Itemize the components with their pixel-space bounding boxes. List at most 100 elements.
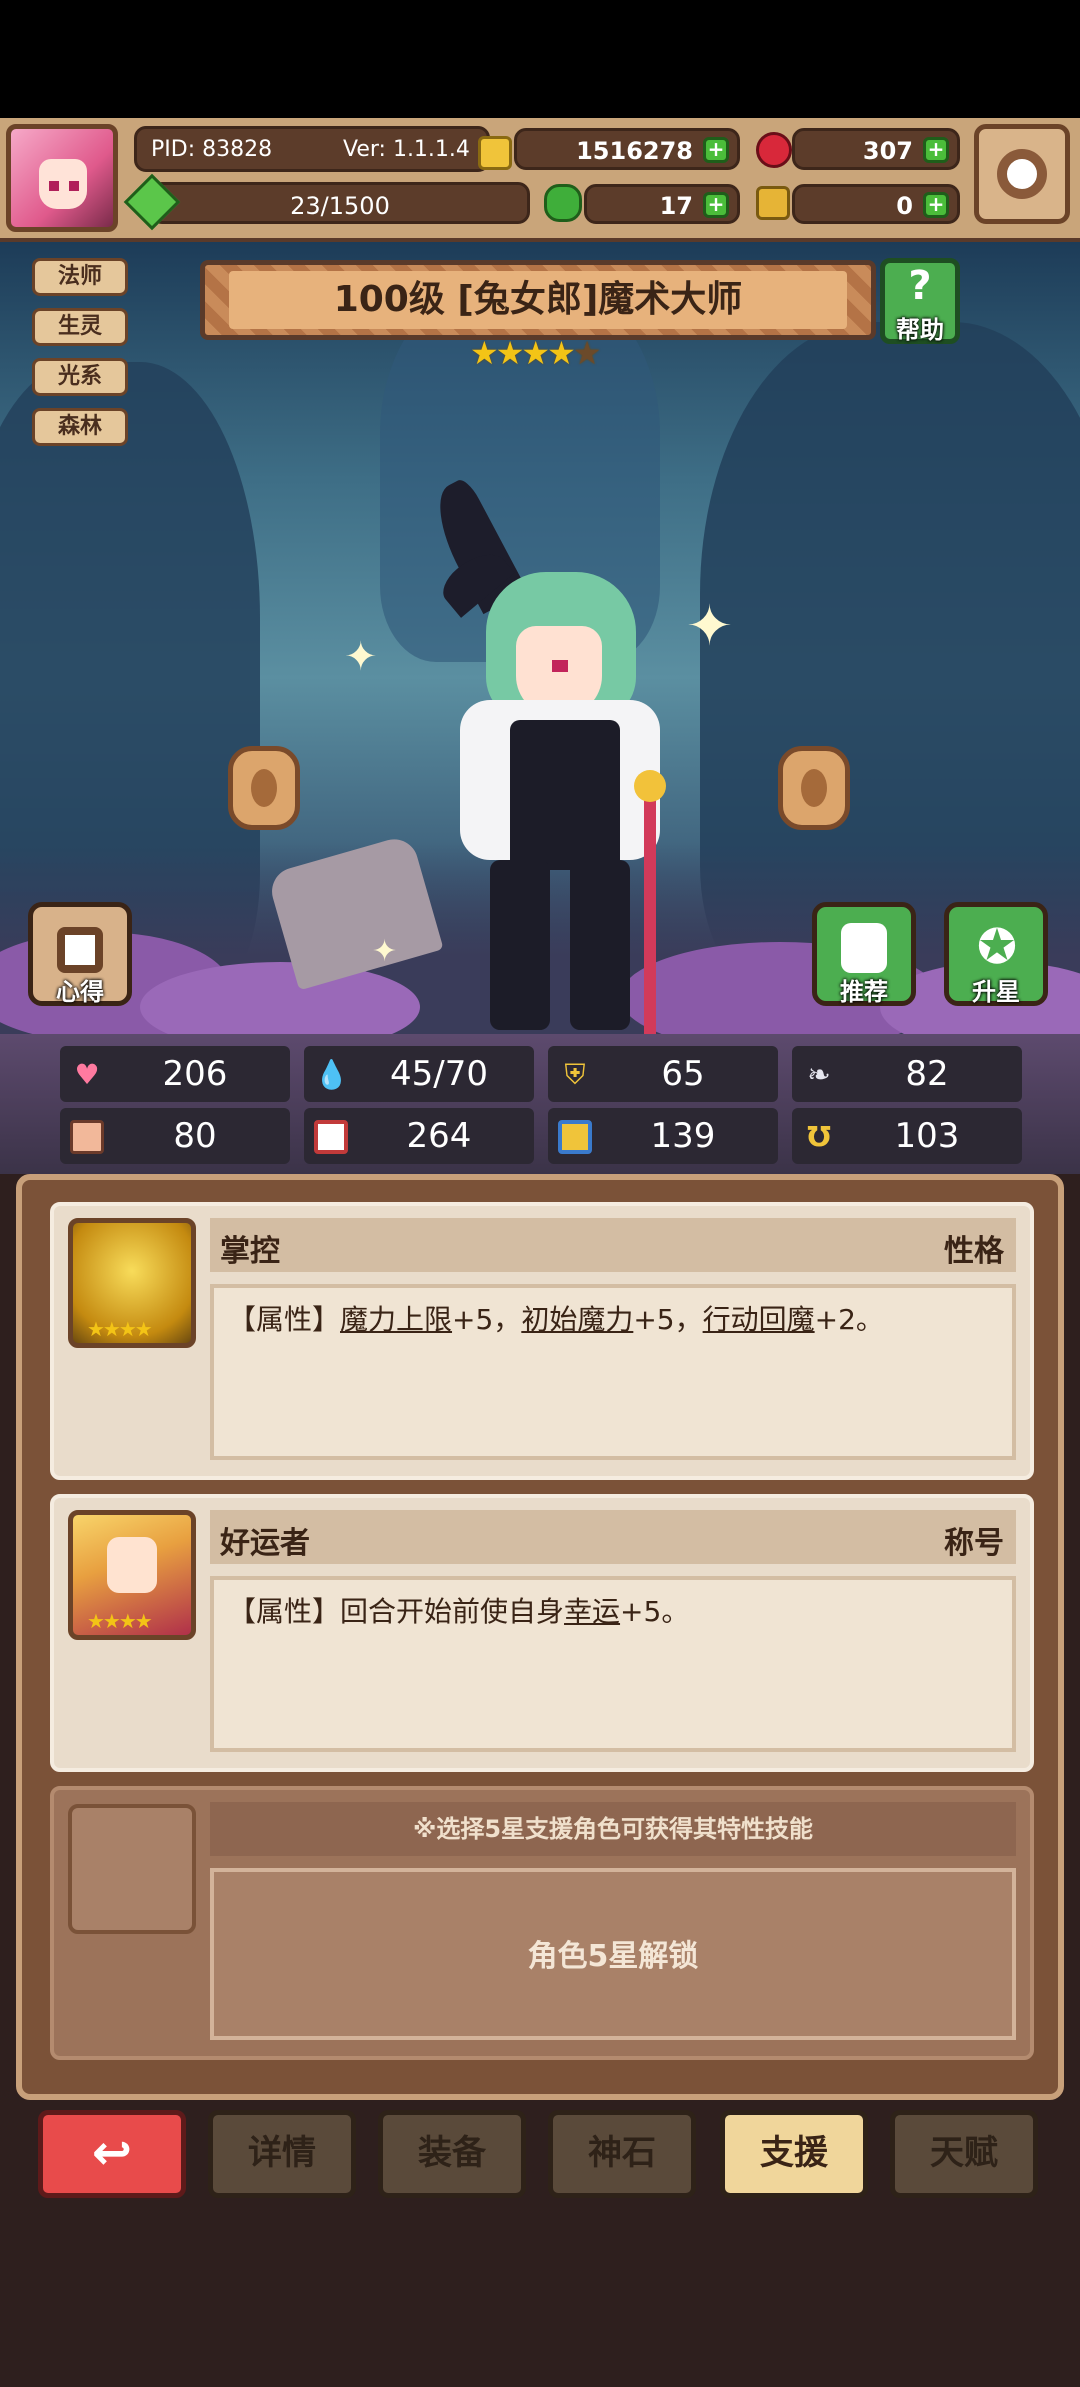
support-portrait[interactable]: ★★★★: [68, 1510, 196, 1640]
clover-icon: [544, 184, 582, 222]
tag-class: 法师: [32, 258, 128, 296]
tag-element: 光系: [32, 358, 128, 396]
locked-label: 角色5星解锁: [210, 1868, 1016, 2040]
stat-mana-value: 45/70: [390, 1054, 488, 1094]
add-gem-button[interactable]: +: [923, 137, 949, 163]
keyword-luck[interactable]: 幸运: [564, 1595, 620, 1628]
keyword-initial-mana[interactable]: 初始魔力: [521, 1303, 633, 1336]
stat-intellect-value: 264: [406, 1116, 472, 1156]
stat-agility: ❧ 82: [792, 1046, 1022, 1102]
desc-text: +5。: [620, 1595, 690, 1628]
gold-amount: 1516278: [576, 137, 693, 165]
exp-bar: 23/1500: [150, 182, 530, 224]
key-amount: 0: [896, 192, 913, 220]
gem-bar: 307 +: [792, 128, 960, 170]
tab-equipment[interactable]: 装备: [378, 2110, 526, 2198]
exp-progress: 23/1500: [290, 192, 390, 220]
star-icon: ★: [547, 334, 576, 372]
add-clover-button[interactable]: +: [703, 192, 729, 218]
portrait-stars: ★★★★: [87, 1609, 153, 1633]
stat-speed: 139: [548, 1108, 778, 1164]
tab-talent[interactable]: 天赋: [890, 2110, 1038, 2198]
pid-version-bar: PID: 83828 Ver: 1.1.1.4: [134, 126, 490, 172]
character-title-banner: 100级 [兔女郎]魔术大师: [200, 260, 876, 340]
stat-defense-value: 65: [661, 1054, 705, 1094]
character-stars: ★★★★★: [470, 334, 602, 372]
next-character-button[interactable]: [778, 746, 850, 830]
question-icon: ?: [908, 263, 932, 309]
card-description: 【属性】回合开始前使自身幸运+5。: [210, 1576, 1016, 1752]
desc-text: +5，: [633, 1303, 703, 1336]
character-sprite: [422, 475, 680, 1034]
thumbs-up-icon: [841, 923, 887, 973]
insight-label: 心得: [56, 978, 104, 1006]
insight-button[interactable]: 心得: [28, 902, 132, 1006]
boot-icon: [558, 1120, 592, 1154]
locked-hint: ※选择5星支援角色可获得其特性技能: [210, 1802, 1016, 1856]
back-arrow-icon: ↩: [91, 2125, 133, 2181]
star-icon: ★: [495, 334, 525, 372]
stat-hp: ♥ 206: [60, 1046, 290, 1102]
tab-divine-stone[interactable]: 神石: [548, 2110, 696, 2198]
help-button[interactable]: ? 帮助: [880, 258, 960, 344]
stat-luck: Ʊ 103: [792, 1108, 1022, 1164]
gear-icon: [997, 149, 1047, 199]
notebook-icon: [57, 927, 103, 973]
settings-button[interactable]: [974, 124, 1070, 224]
stat-speed-value: 139: [650, 1116, 716, 1156]
tab-support[interactable]: 支援: [720, 2110, 868, 2198]
stat-strength-value: 80: [173, 1116, 217, 1156]
wing-icon: ❧: [807, 1058, 831, 1091]
keyword-max-mana[interactable]: 魔力上限: [340, 1303, 452, 1336]
empty-portrait-slot: [68, 1804, 196, 1934]
support-portrait[interactable]: ★★★★: [68, 1218, 196, 1348]
tag-race: 生灵: [32, 308, 128, 346]
support-panel: ★★★★ 掌控 性格 【属性】魔力上限+5，初始魔力+5，行动回魔+2。 ★★★…: [16, 1174, 1064, 2100]
card-name: 好运者: [220, 1526, 310, 1561]
version-label: Ver: 1.1.1.4: [343, 137, 470, 162]
book-icon: [314, 1120, 348, 1154]
recommend-label: 推荐: [840, 978, 888, 1006]
character-scene: 法师 生灵 光系 森林 100级 [兔女郎]魔术大师 ★★★★★ ? 帮助 ✦ …: [0, 242, 1080, 1034]
card-header: 掌控 性格: [210, 1218, 1016, 1272]
player-avatar[interactable]: [6, 124, 118, 232]
star-badge-icon: ✪: [976, 919, 1018, 975]
card-type: 性格: [944, 1234, 1004, 1269]
desc-text: +5，: [452, 1303, 522, 1336]
stat-mana: 💧 45/70: [304, 1046, 534, 1102]
keyword-action-mana[interactable]: 行动回魔: [703, 1303, 815, 1336]
locked-support-slot[interactable]: ※选择5星支援角色可获得其特性技能 角色5星解锁: [50, 1786, 1034, 2060]
recommend-button[interactable]: 推荐: [812, 902, 916, 1006]
sparkle-icon: ✦: [372, 934, 398, 969]
resource-header: PID: 83828 Ver: 1.1.1.4 1516278 + 307 + …: [0, 118, 1080, 242]
fist-icon: [70, 1120, 104, 1154]
stats-panel: ♥ 206 💧 45/70 ⛨ 65 ❧ 82 80 264 139 Ʊ 103: [0, 1034, 1080, 1174]
horseshoe-icon: Ʊ: [807, 1120, 831, 1153]
ruby-icon: [756, 132, 792, 168]
stat-intellect: 264: [304, 1108, 534, 1164]
stat-defense: ⛨ 65: [548, 1046, 778, 1102]
star-up-label: 升星: [972, 978, 1020, 1006]
support-card-trait[interactable]: ★★★★ 掌控 性格 【属性】魔力上限+5，初始魔力+5，行动回魔+2。: [50, 1202, 1034, 1480]
desc-text: +2。: [814, 1303, 884, 1336]
add-gold-button[interactable]: +: [703, 137, 729, 163]
stat-agility-value: 82: [905, 1054, 949, 1094]
card-type: 称号: [944, 1526, 1004, 1561]
status-bar: [0, 0, 1080, 118]
key-bar: 0 +: [792, 184, 960, 224]
pid-label: PID: 83828: [151, 137, 273, 162]
star-up-button[interactable]: ✪ 升星: [944, 902, 1048, 1006]
gem-amount: 307: [862, 137, 913, 165]
back-button[interactable]: ↩: [38, 2110, 186, 2198]
add-key-button[interactable]: +: [923, 192, 949, 218]
card-name: 掌控: [220, 1234, 280, 1269]
card-description: 【属性】魔力上限+5，初始魔力+5，行动回魔+2。: [210, 1284, 1016, 1460]
tag-terrain: 森林: [32, 408, 128, 446]
mana-drop-icon: 💧: [314, 1058, 349, 1091]
prev-character-button[interactable]: [228, 746, 300, 830]
star-empty-icon: ★: [572, 334, 602, 372]
gold-coin-icon: [478, 136, 512, 170]
tab-details[interactable]: 详情: [208, 2110, 356, 2198]
support-card-title[interactable]: ★★★★ 好运者 称号 【属性】回合开始前使自身幸运+5。: [50, 1494, 1034, 1772]
stat-strength: 80: [60, 1108, 290, 1164]
